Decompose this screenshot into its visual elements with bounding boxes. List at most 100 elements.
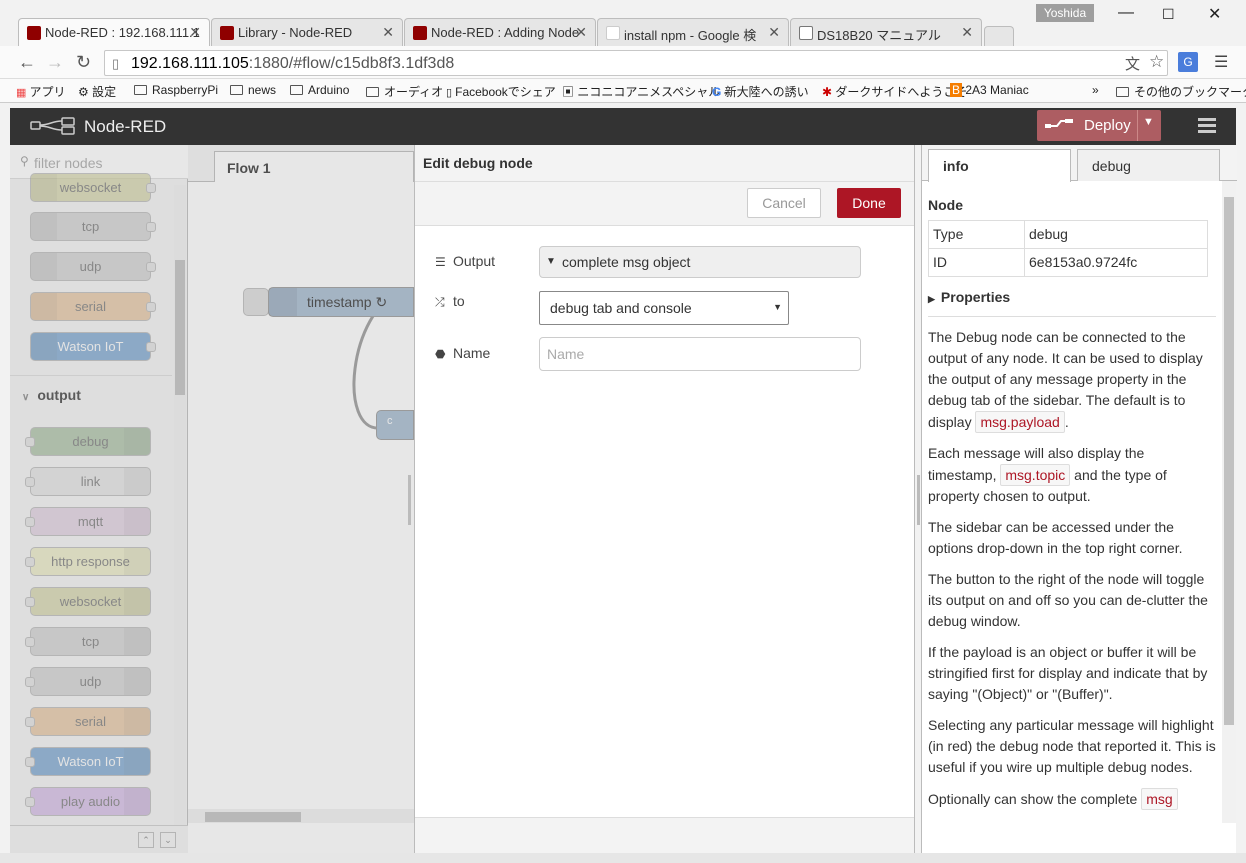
bookmark-niconico[interactable]: ▣ ニコニコアニメスペシャル - <box>562 83 728 100</box>
list-icon: ☰ <box>435 255 446 269</box>
sidebar-tabbar: info debug <box>922 145 1237 182</box>
deploy-button[interactable]: Deploy ▼ <box>1037 110 1161 141</box>
browser-tab-google[interactable]: install npm - Google 検 ✕ <box>597 18 789 46</box>
bookmark-shintairiku[interactable]: G 新大陸への誘い <box>712 83 809 100</box>
address-toolbar: ← → ↻ ▯ 192.168.111.105:1880/#flow/c15db… <box>0 46 1246 79</box>
url-host: 192.168.111.105 <box>131 55 249 72</box>
help-paragraph: Optionally can show the complete msg <box>928 788 1216 810</box>
browser-titlebar: Node-RED : 192.168.111.1 ✕ Library - Nod… <box>0 0 1246 46</box>
translate-icon[interactable]: 文 <box>1125 53 1140 74</box>
to-label: ⤮ to <box>435 293 465 309</box>
deploy-label: Deploy <box>1084 117 1131 134</box>
help-paragraph: If the payload is an object or buffer it… <box>928 644 1208 702</box>
cancel-button[interactable]: Cancel <box>747 188 821 218</box>
window-bottom-edge <box>0 853 1246 863</box>
resize-handle[interactable] <box>917 475 920 525</box>
done-button[interactable]: Done <box>837 188 901 218</box>
app-title: Node-RED <box>84 117 167 136</box>
bookmark-raspberrypi[interactable]: RaspberryPi <box>134 83 218 97</box>
bookmark-settings[interactable]: ⚙ 設定 <box>78 83 116 100</box>
browser-tab-ds18b20[interactable]: DS18B20 マニュアル ✕ <box>790 18 982 46</box>
sidebar-scrollbar[interactable] <box>1222 181 1236 823</box>
tray-footer <box>415 817 914 853</box>
scrollbar-thumb[interactable] <box>1224 197 1234 725</box>
edit-debug-tray: Edit debug node Cancel Done ☰ Output ▼ co… <box>408 145 920 853</box>
close-icon[interactable]: ✕ <box>575 24 587 41</box>
page-icon: ▯ <box>446 87 456 99</box>
help-paragraph: The button to the right of the node will… <box>928 571 1208 629</box>
tab-debug[interactable]: debug <box>1077 149 1220 181</box>
node-red-logo-icon <box>30 117 75 135</box>
close-icon[interactable]: ✕ <box>189 24 201 41</box>
browser-tab-adding-node[interactable]: Node-RED : Adding Node ✕ <box>404 18 596 46</box>
bookmark-audio[interactable]: オーディオ <box>366 83 443 100</box>
google-icon <box>606 26 620 40</box>
sidebar-content: Node Type debug ID 6e8153a0.9724fc ▶ Proper… <box>922 181 1222 821</box>
name-input[interactable]: Name <box>539 337 861 371</box>
blogger-icon: B <box>950 83 963 97</box>
modal-shade <box>10 145 414 853</box>
profile-badge[interactable]: Yoshida <box>1036 4 1094 22</box>
main-menu-icon[interactable] <box>1198 118 1216 133</box>
properties-toggle[interactable]: ▶ Properties <box>928 287 1216 317</box>
to-target-select[interactable]: debug tab and console ▼ <box>539 291 789 325</box>
caret-down-icon: ▼ <box>546 256 556 267</box>
tab-title: Node-RED : Adding Node <box>431 25 580 40</box>
help-paragraph: Each message will also display the times… <box>928 445 1167 504</box>
resize-handle[interactable] <box>408 475 411 525</box>
folder-icon <box>366 87 379 97</box>
chevron-right-icon: ▶ <box>928 294 935 304</box>
minimize-icon[interactable]: — <box>1118 4 1134 22</box>
bookmark-2a3-maniac[interactable]: B 2A3 Maniac <box>950 83 1029 97</box>
tab-info[interactable]: info <box>928 149 1071 182</box>
close-icon[interactable]: ✕ <box>961 24 973 41</box>
output-property-select[interactable]: ▼ complete msg object <box>539 246 861 278</box>
chrome-menu-icon[interactable]: ☰ <box>1214 52 1228 72</box>
close-window-icon[interactable]: ✕ <box>1208 4 1221 24</box>
close-icon[interactable]: ✕ <box>768 24 780 41</box>
browser-tab-node-red[interactable]: Node-RED : 192.168.111.1 ✕ <box>18 18 210 46</box>
output-label: ☰ Output <box>435 253 496 269</box>
bookmark-arduino[interactable]: Arduino <box>290 83 349 97</box>
browser-tab-library[interactable]: Library - Node-RED ✕ <box>211 18 403 46</box>
close-icon[interactable]: ✕ <box>382 24 394 41</box>
folder-icon <box>230 85 243 95</box>
node-info-table: Type debug ID 6e8153a0.9724fc <box>928 220 1208 277</box>
bookmark-darkside[interactable]: ✱ ダークサイドへようこそ <box>822 83 967 100</box>
help-paragraph: Selecting any particular message will hi… <box>928 717 1216 775</box>
deploy-divider <box>1137 110 1138 141</box>
folder-icon <box>1116 87 1129 97</box>
reload-icon[interactable]: ↻ <box>76 52 91 73</box>
maximize-icon[interactable]: ☐ <box>1162 6 1175 23</box>
back-arrow-icon[interactable]: ← <box>18 52 36 73</box>
bookmark-facebook-share[interactable]: ▯ Facebookでシェア <box>446 83 556 100</box>
node-red-icon <box>413 26 427 40</box>
url-input[interactable]: ▯ 192.168.111.105:1880/#flow/c15db8f3.1d… <box>104 50 1168 76</box>
tab-title: DS18B20 マニュアル <box>817 28 941 43</box>
tab-title: Library - Node-RED <box>238 25 353 40</box>
page-icon: ▯ <box>112 56 120 71</box>
info-sidebar: info debug Node Type debug ID 6e8153a0.972… <box>921 145 1237 853</box>
google-translate-extension-icon[interactable]: G <box>1178 52 1198 72</box>
bookmark-apps[interactable]: ▦ アプリ <box>16 83 65 100</box>
chevron-down-icon[interactable]: ▼ <box>1143 116 1154 128</box>
folder-icon <box>134 85 147 95</box>
name-label: ⬣ Name <box>435 345 491 361</box>
bookmarks-bar: ▦ アプリ ⚙ 設定 RaspberryPi news Arduino オーディ… <box>0 79 1246 103</box>
folder-icon <box>290 85 303 95</box>
forward-arrow-icon[interactable]: → <box>46 52 64 73</box>
bookmark-other[interactable]: その他のブックマーク <box>1116 83 1246 100</box>
node-red-header: Node-RED Deploy ▼ <box>10 108 1236 145</box>
section-title: Node <box>928 197 963 213</box>
dropdown-arrow-icon: ▼ <box>773 302 782 312</box>
help-paragraph: The Debug node can be connected to the o… <box>928 327 1216 433</box>
star-icon[interactable]: ☆ <box>1149 52 1164 72</box>
help-paragraph: The sidebar can be accessed under the op… <box>928 519 1183 556</box>
deploy-icon <box>1045 119 1073 128</box>
table-row: ID 6e8153a0.9724fc <box>928 248 1208 277</box>
bookmarks-overflow-icon[interactable]: » <box>1092 83 1099 97</box>
google-icon: G <box>712 85 725 99</box>
node-red-icon <box>220 26 234 40</box>
bookmark-news[interactable]: news <box>230 83 276 97</box>
new-tab-button[interactable] <box>984 26 1014 46</box>
